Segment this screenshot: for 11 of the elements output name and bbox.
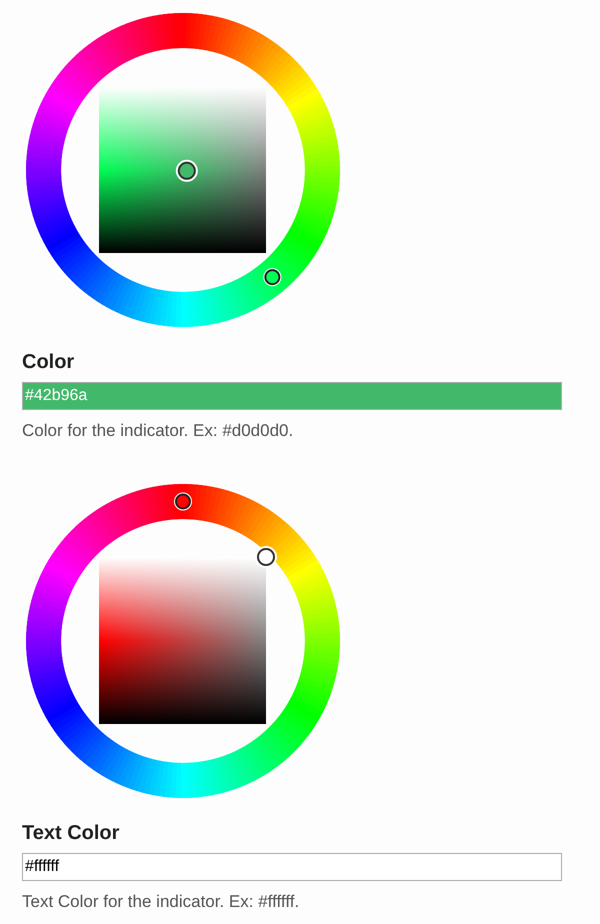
hue-marker[interactable] <box>174 492 192 510</box>
color-marker[interactable] <box>176 160 198 182</box>
hue-marker[interactable] <box>263 268 282 286</box>
field-label: Text Color <box>22 821 120 845</box>
saturation-lightness-square[interactable] <box>99 557 266 724</box>
hex-color-field[interactable]: #ffffff <box>22 853 562 881</box>
field-description: Color for the indicator. Ex: #d0d0d0. <box>22 420 294 442</box>
color-marker[interactable] <box>255 546 277 568</box>
saturation-lightness-square[interactable] <box>99 86 266 253</box>
field-description: Text Color for the indicator. Ex: #ffffff. <box>22 891 300 913</box>
field-label: Color <box>22 350 74 374</box>
